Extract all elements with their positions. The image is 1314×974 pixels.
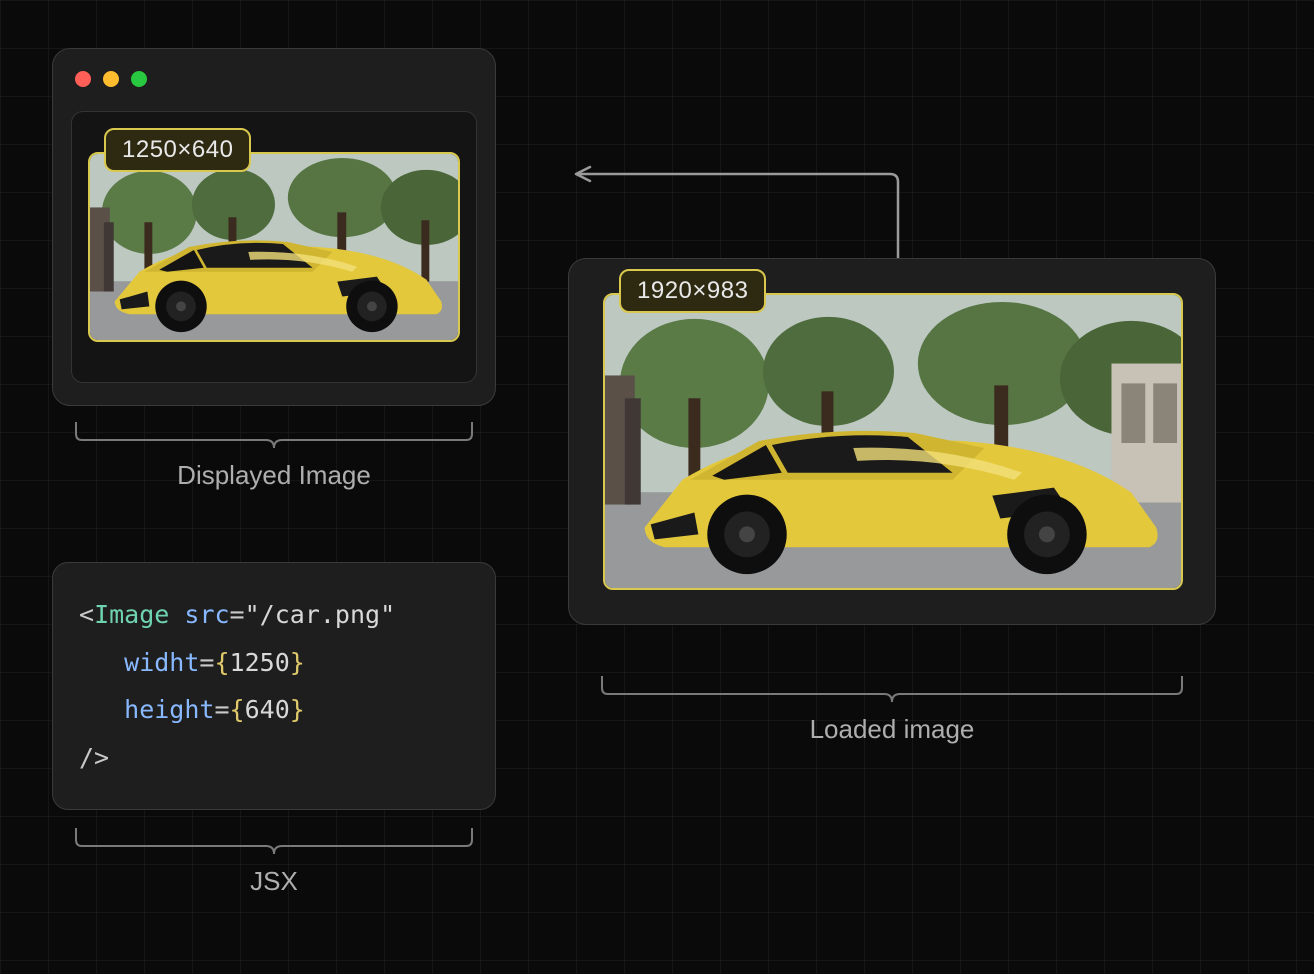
bracket-icon — [74, 826, 474, 856]
loaded-label: Loaded image — [600, 714, 1184, 745]
code-line-1: <Image src="/car.png" — [79, 591, 469, 639]
loaded-panel: 1920×983 — [568, 258, 1216, 625]
code-line-4: /> — [79, 734, 469, 782]
loaded-image — [603, 293, 1183, 590]
dimensions-badge: 1250×640 — [104, 128, 251, 172]
code-line-3: height={640} — [79, 686, 469, 734]
displayed-label: Displayed Image — [74, 460, 474, 491]
close-icon — [75, 71, 91, 87]
browser-window: 1250×640 — [52, 48, 496, 406]
minimize-icon — [103, 71, 119, 87]
code-label: JSX — [74, 866, 474, 897]
maximize-icon — [131, 71, 147, 87]
bracket-icon — [600, 674, 1184, 704]
bracket-icon — [74, 420, 474, 450]
content-card: 1250×640 — [71, 111, 477, 383]
code-panel: <Image src="/car.png" widht={1250} heigh… — [52, 562, 496, 810]
traffic-lights — [71, 67, 477, 87]
arrow-icon — [558, 164, 904, 284]
loaded-bracket: Loaded image — [600, 674, 1184, 745]
displayed-bracket: Displayed Image — [74, 420, 474, 491]
code-bracket: JSX — [74, 826, 474, 897]
code-line-2: widht={1250} — [79, 639, 469, 687]
displayed-image — [88, 152, 460, 342]
dimensions-badge: 1920×983 — [619, 269, 766, 313]
